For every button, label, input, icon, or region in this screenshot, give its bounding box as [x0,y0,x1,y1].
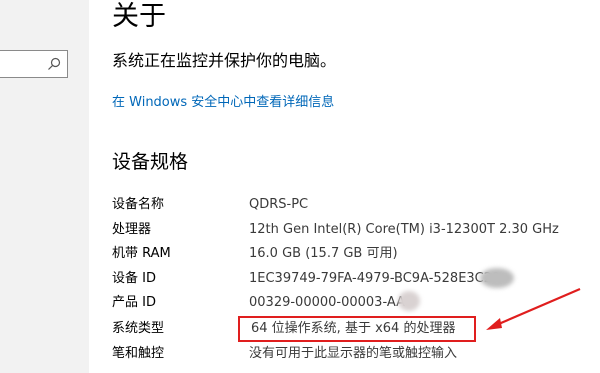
spec-label: 产品 ID [112,295,156,310]
spec-value: QDRS-PC [249,197,309,212]
search-icon[interactable] [46,56,62,72]
highlight-box [238,316,476,342]
spec-row-processor: 处理器 12th Gen Intel(R) Core(TM) i3-12300T… [112,220,592,244]
search-input[interactable] [0,50,68,78]
spec-label: 设备 ID [112,271,156,286]
spec-row-ram: 机带 RAM 16.0 GB (15.7 GB 可用) [112,244,592,268]
spec-value: 16.0 GB (15.7 GB 可用) [249,246,398,261]
device-specs-heading: 设备规格 [112,151,189,173]
spec-row-pen-touch: 笔和触控 没有可用于此显示器的笔或触控输入 [112,344,592,368]
page-title: 关于 [112,1,166,32]
spec-row-device-name: 设备名称 QDRS-PC [112,195,592,219]
spec-label: 机带 RAM [112,246,171,261]
spec-value: 00329-00000-00003-AA [249,295,405,310]
annotation-arrow-icon [486,287,581,330]
spec-label: 设备名称 [112,197,165,212]
protection-status-text: 系统正在监控并保护你的电脑。 [112,51,337,70]
spec-value: 没有可用于此显示器的笔或触控输入 [249,346,458,361]
spec-label: 处理器 [112,222,152,237]
left-nav-pane [0,0,89,373]
spec-label: 系统类型 [112,321,165,336]
spec-label: 笔和触控 [112,346,165,361]
settings-about-page: 关于 系统正在监控并保护你的电脑。 在 Windows 安全中心中查看详细信息 … [0,0,600,373]
spec-value: 1EC39749-79FA-4979-BC9A-528E3C29 [249,271,501,286]
redaction-blur-device-id [480,268,514,288]
security-center-link[interactable]: 在 Windows 安全中心中查看详细信息 [112,94,334,112]
spec-value: 12th Gen Intel(R) Core(TM) i3-12300T 2.3… [249,222,559,237]
redaction-blur-product-id [398,291,420,311]
